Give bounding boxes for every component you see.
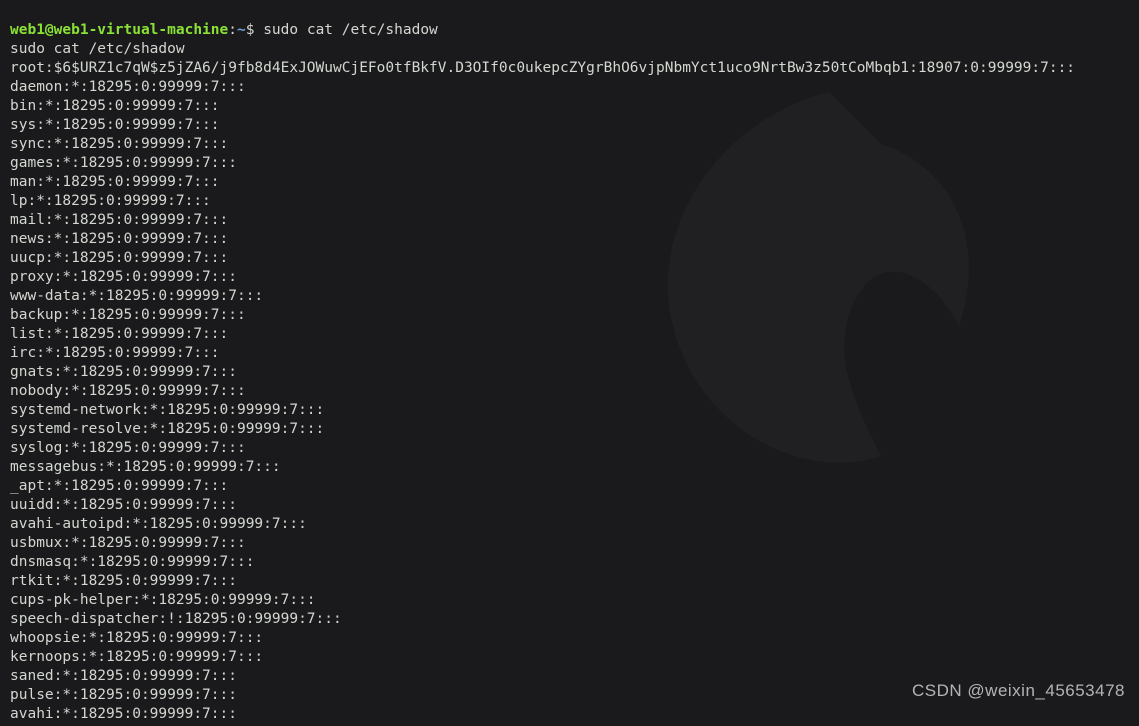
terminal-output[interactable]: web1@web1-virtual-machine:~$ sudo cat /e…	[0, 0, 1139, 726]
output-line: root:$6$URZ1c7qW$z5jZA6/j9fb8d4ExJOWuwCj…	[10, 59, 1129, 78]
output-line: www-data:*:18295:0:99999:7:::	[10, 287, 1129, 306]
output-line: whoopsie:*:18295:0:99999:7:::	[10, 629, 1129, 648]
output-line: uucp:*:18295:0:99999:7:::	[10, 249, 1129, 268]
watermark-text: CSDN @weixin_45653478	[912, 681, 1125, 700]
output-line: man:*:18295:0:99999:7:::	[10, 173, 1129, 192]
output-line: uuidd:*:18295:0:99999:7:::	[10, 496, 1129, 515]
output-line: irc:*:18295:0:99999:7:::	[10, 344, 1129, 363]
output-line: sys:*:18295:0:99999:7:::	[10, 116, 1129, 135]
output-line: avahi-autoipd:*:18295:0:99999:7:::	[10, 515, 1129, 534]
prompt-path: ~	[237, 22, 246, 38]
typed-command: sudo cat /etc/shadow	[263, 22, 438, 38]
output-line: dnsmasq:*:18295:0:99999:7:::	[10, 553, 1129, 572]
output-line: list:*:18295:0:99999:7:::	[10, 325, 1129, 344]
output-line: daemon:*:18295:0:99999:7:::	[10, 78, 1129, 97]
output-line: sync:*:18295:0:99999:7:::	[10, 135, 1129, 154]
output-line: backup:*:18295:0:99999:7:::	[10, 306, 1129, 325]
output-line: kernoops:*:18295:0:99999:7:::	[10, 648, 1129, 667]
output-line: messagebus:*:18295:0:99999:7:::	[10, 458, 1129, 477]
output-line: systemd-resolve:*:18295:0:99999:7:::	[10, 420, 1129, 439]
output-line: nobody:*:18295:0:99999:7:::	[10, 382, 1129, 401]
output-line: avahi:*:18295:0:99999:7:::	[10, 705, 1129, 724]
output-line: _apt:*:18295:0:99999:7:::	[10, 477, 1129, 496]
output-line: systemd-network:*:18295:0:99999:7:::	[10, 401, 1129, 420]
prompt-dollar: $	[246, 22, 263, 38]
output-line: proxy:*:18295:0:99999:7:::	[10, 268, 1129, 287]
output-line: rtkit:*:18295:0:99999:7:::	[10, 572, 1129, 591]
output-lines: root:$6$URZ1c7qW$z5jZA6/j9fb8d4ExJOWuwCj…	[10, 59, 1129, 724]
output-line: usbmux:*:18295:0:99999:7:::	[10, 534, 1129, 553]
prompt-colon: :	[228, 22, 237, 38]
output-line: news:*:18295:0:99999:7:::	[10, 230, 1129, 249]
output-line: mail:*:18295:0:99999:7:::	[10, 211, 1129, 230]
output-line: games:*:18295:0:99999:7:::	[10, 154, 1129, 173]
command-echo: sudo cat /etc/shadow	[10, 40, 1129, 59]
output-line: gnats:*:18295:0:99999:7:::	[10, 363, 1129, 382]
output-line: speech-dispatcher:!:18295:0:99999:7:::	[10, 610, 1129, 629]
prompt-user: web1@web1-virtual-machine	[10, 22, 228, 38]
output-line: lp:*:18295:0:99999:7:::	[10, 192, 1129, 211]
output-line: cups-pk-helper:*:18295:0:99999:7:::	[10, 591, 1129, 610]
output-line: bin:*:18295:0:99999:7:::	[10, 97, 1129, 116]
output-line: syslog:*:18295:0:99999:7:::	[10, 439, 1129, 458]
